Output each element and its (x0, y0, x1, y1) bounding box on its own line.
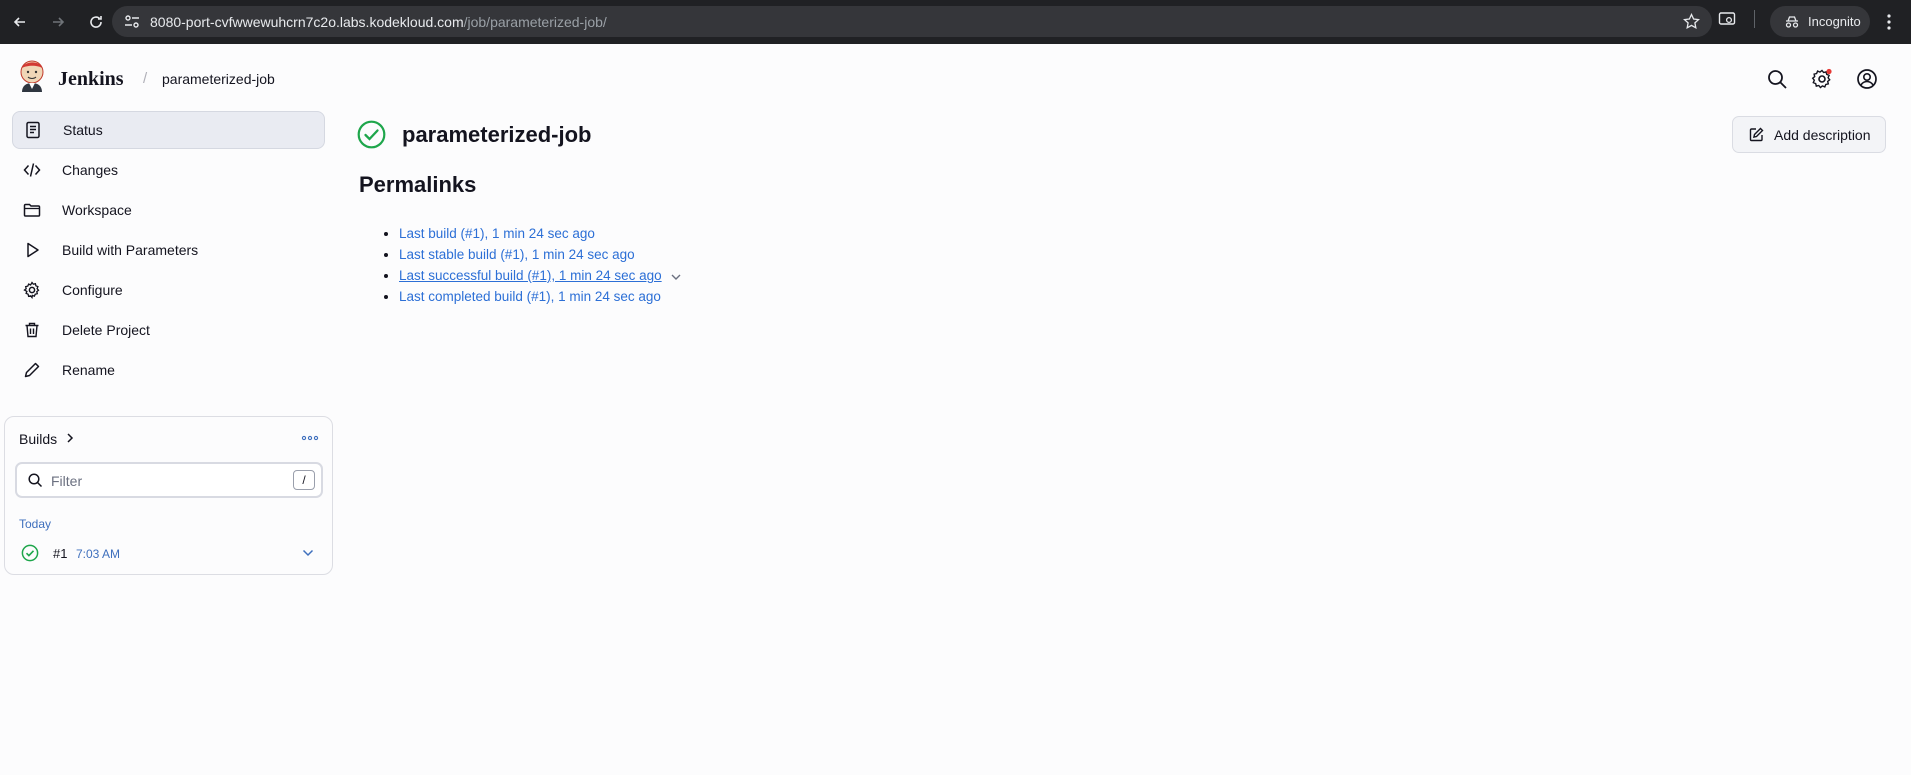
forward-icon[interactable] (48, 12, 68, 32)
sidebar-item-label: Status (63, 122, 103, 138)
site-settings-icon[interactable] (124, 14, 140, 29)
edit-icon (1749, 127, 1764, 142)
builds-filter-field[interactable]: / (15, 462, 323, 498)
jenkins-brand[interactable]: Jenkins (58, 68, 124, 91)
list-item: Last stable build (#1), 1 min 24 sec ago (399, 246, 662, 267)
jenkins-header: Jenkins / parameterized-job (0, 44, 1911, 112)
address-bar[interactable]: 8080-port-cvfwwewuhcrn7c2o.labs.kodeklou… (112, 6, 1712, 37)
chevron-right-icon[interactable] (63, 431, 77, 445)
browser-menu-icon[interactable] (1886, 12, 1892, 32)
sidebar-item-label: Build with Parameters (62, 242, 199, 258)
builds-filter-input[interactable] (51, 470, 271, 492)
folder-icon (22, 200, 42, 220)
permalink-last-build[interactable]: Last build (#1), 1 min 24 sec ago (399, 226, 595, 241)
search-icon (28, 473, 43, 488)
sidebar-item-changes[interactable]: Changes (12, 151, 325, 189)
sidebar-item-label: Configure (62, 282, 123, 298)
chevron-down-icon[interactable] (301, 547, 315, 559)
trash-icon (22, 320, 42, 340)
sidebar-item-label: Changes (62, 162, 119, 178)
list-item: Last build (#1), 1 min 24 sec ago (399, 225, 662, 246)
back-icon[interactable] (10, 12, 30, 32)
sidebar-item-build-with-parameters[interactable]: Build with Parameters (12, 231, 325, 269)
status-icon (23, 120, 43, 140)
manage-jenkins-gear-icon[interactable] (1811, 68, 1833, 90)
jenkins-logo-icon[interactable] (16, 58, 48, 94)
pencil-icon (22, 360, 42, 380)
permalink-last-successful-build[interactable]: Last successful build (#1), 1 min 24 sec… (399, 268, 662, 283)
incognito-icon (1785, 15, 1799, 28)
permalink-last-stable-build[interactable]: Last stable build (#1), 1 min 24 sec ago (399, 247, 635, 262)
more-options-icon[interactable] (301, 431, 319, 445)
list-item: Last completed build (#1), 1 min 24 sec … (399, 288, 662, 309)
code-icon (22, 160, 42, 180)
search-icon[interactable] (1766, 68, 1788, 90)
notification-dot (1826, 68, 1832, 75)
sidebar-item-label: Delete Project (62, 322, 150, 338)
sidebar-item-configure[interactable]: Configure (12, 271, 325, 309)
build-time: 7:03 AM (76, 547, 121, 561)
filter-shortcut-key: / (293, 470, 315, 490)
gear-icon (22, 280, 42, 300)
breadcrumb-job[interactable]: parameterized-job (162, 71, 275, 87)
add-description-label: Add description (1774, 126, 1871, 143)
url-text: 8080-port-cvfwwewuhcrn7c2o.labs.kodeklou… (150, 14, 607, 30)
permalinks-list: Last build (#1), 1 min 24 sec ago Last s… (399, 225, 662, 309)
page-title: parameterized-job (402, 122, 592, 147)
sidebar-item-workspace[interactable]: Workspace (12, 191, 325, 229)
builds-group-label: Today (19, 517, 52, 531)
reload-icon[interactable] (86, 12, 106, 32)
builds-title[interactable]: Builds (19, 431, 57, 447)
builds-panel: Builds / Today #1 7:03 AM (4, 416, 333, 575)
sidebar-item-label: Workspace (62, 202, 132, 218)
list-item: Last successful build (#1), 1 min 24 sec… (399, 267, 662, 288)
build-number[interactable]: #1 (53, 546, 67, 561)
browser-toolbar: 8080-port-cvfwwewuhcrn7c2o.labs.kodeklou… (0, 0, 1911, 44)
permalinks-heading: Permalinks (359, 172, 477, 197)
tab-search-icon[interactable] (1718, 10, 1736, 28)
user-account-icon[interactable] (1856, 68, 1878, 90)
incognito-label: Incognito (1808, 14, 1861, 29)
chevron-down-icon[interactable] (670, 272, 682, 282)
play-icon (22, 240, 42, 260)
sidebar-item-rename[interactable]: Rename (12, 351, 325, 389)
sidebar-item-delete-project[interactable]: Delete Project (12, 311, 325, 349)
sidebar-item-status[interactable]: Status (12, 111, 325, 149)
sidebar-item-label: Rename (62, 362, 115, 378)
incognito-indicator[interactable]: Incognito (1770, 6, 1870, 37)
job-success-icon (357, 120, 386, 149)
success-status-icon (21, 544, 39, 562)
build-row[interactable]: #1 7:03 AM (17, 541, 323, 565)
breadcrumb-separator: / (143, 70, 148, 87)
bookmark-star-icon[interactable] (1683, 13, 1700, 30)
add-description-button[interactable]: Add description (1732, 116, 1886, 153)
permalink-last-completed-build[interactable]: Last completed build (#1), 1 min 24 sec … (399, 289, 661, 304)
